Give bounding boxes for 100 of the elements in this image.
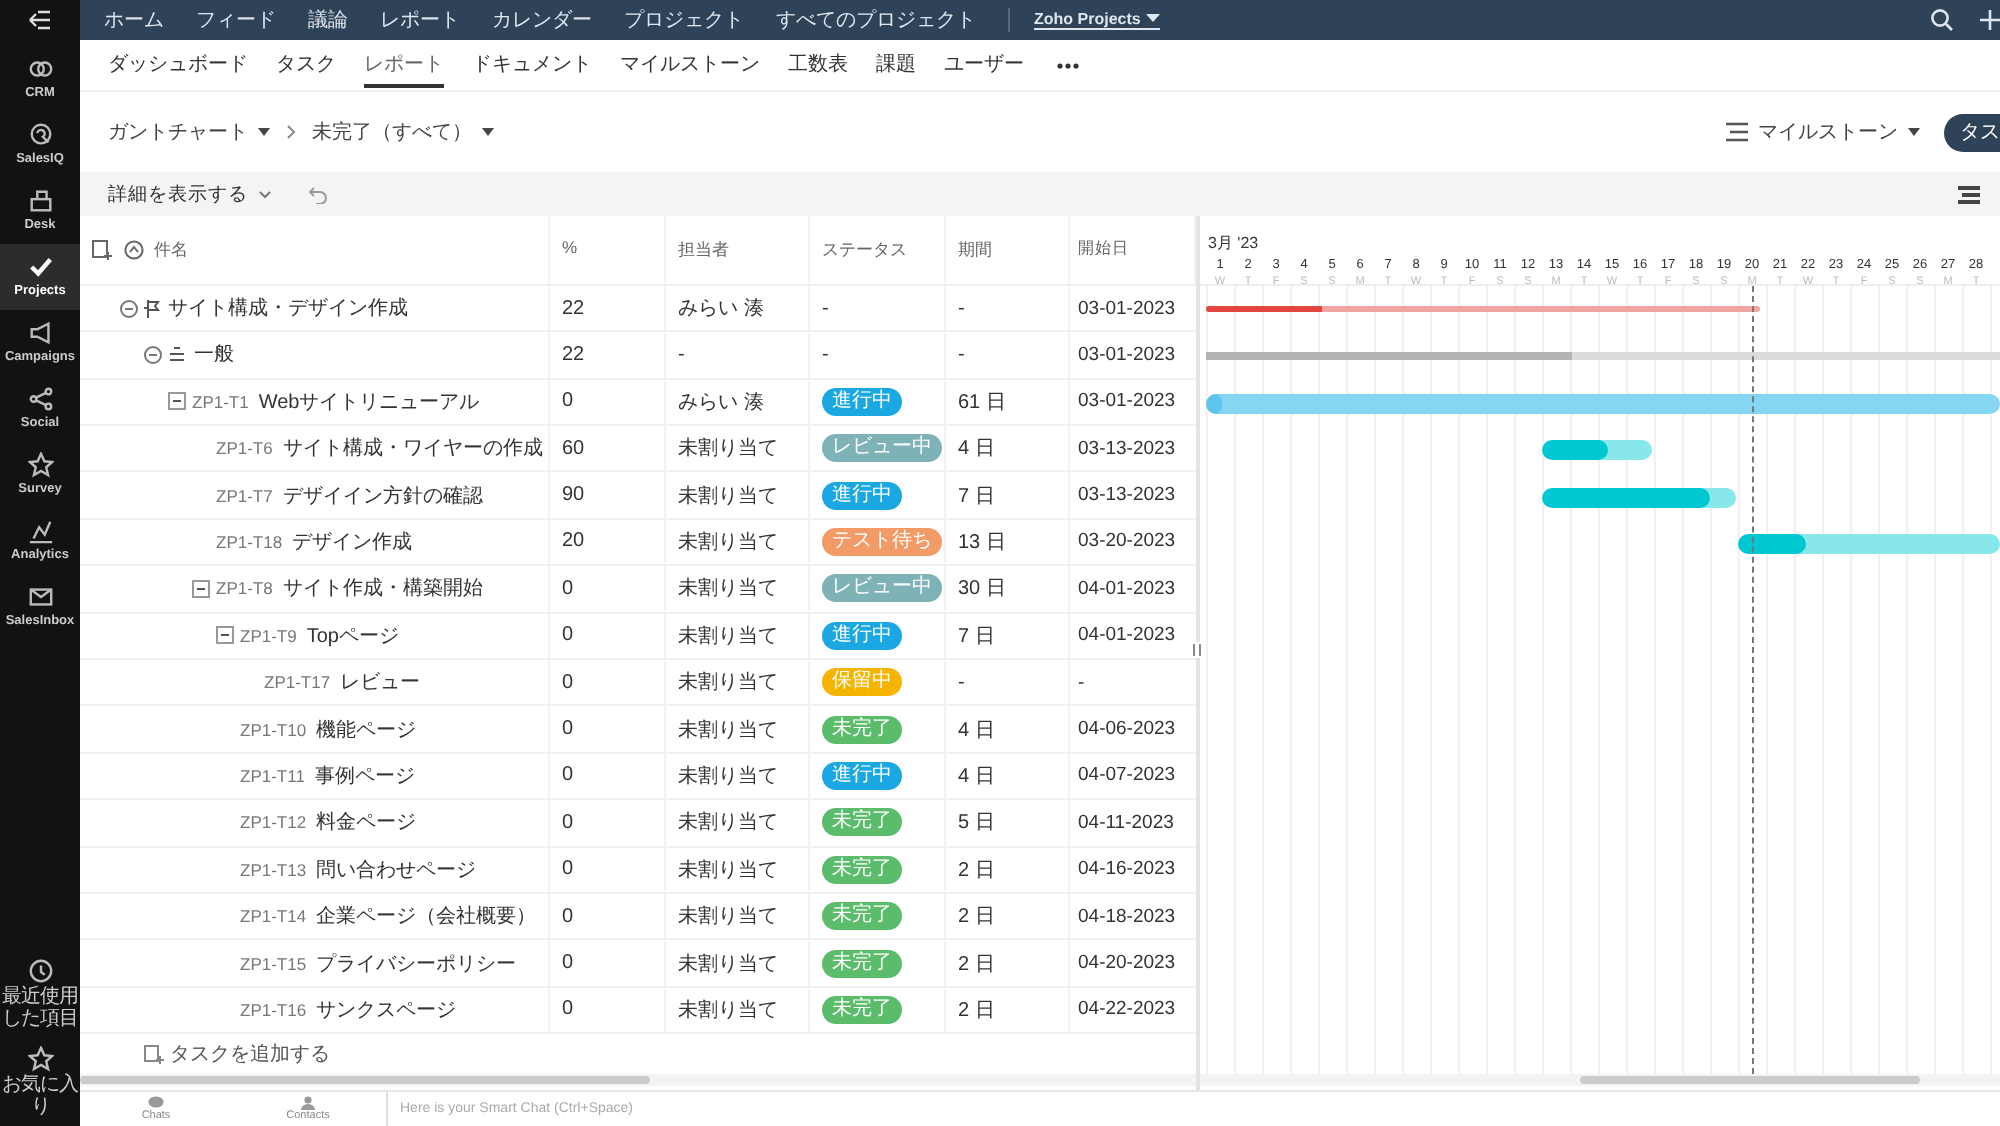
task-name[interactable]: 機能ページ [316,715,417,744]
task-name[interactable]: デザイン作成 [292,527,413,556]
layout-icon[interactable] [1958,185,1980,203]
nav-link[interactable]: レポート [380,6,460,34]
task-id[interactable]: ZP1-T6 [216,438,273,459]
resize-handle-icon[interactable] [1192,642,1202,658]
percent-cell: 22 [562,343,585,366]
task-name[interactable]: 事例ページ [314,761,415,790]
column-header[interactable]: 期間 [958,237,992,262]
start-date-cell: 04-22-2023 [1078,998,1176,1021]
status-badge: 進行中 [822,621,902,650]
tab[interactable]: ドキュメント [472,43,592,87]
sidebar-item[interactable]: 最近使用した項目 [0,950,80,1038]
percent-cell: 0 [562,998,574,1021]
task-name[interactable]: 料金ページ [316,808,417,837]
status-badge: 未完了 [822,949,902,977]
task-id[interactable]: ZP1-T7 [216,485,273,506]
clock-icon [27,958,53,984]
nav-link[interactable]: 議論 [308,6,348,34]
sidebar-item[interactable]: お気に入り [0,1038,80,1126]
task-id[interactable]: ZP1-T10 [240,719,307,740]
flag-icon [144,299,160,318]
project-switcher[interactable]: Zoho Projects [1034,10,1161,30]
column-header[interactable]: 担当者 [678,237,729,262]
breadcrumb-dropdown[interactable]: 未完了（すべて） [312,118,494,146]
task-name[interactable]: レビュー [340,668,421,697]
tab[interactable]: 課題 [876,43,916,87]
chevron-right-icon [286,124,296,140]
add-task-icon[interactable] [92,238,114,261]
task-name[interactable]: 企業ページ（会社概要） [316,902,537,931]
status-badge: 未完了 [822,995,902,1024]
nav-link[interactable]: プロジェクト [624,6,744,34]
nav-link[interactable]: フィード [196,6,276,34]
assignee-cell-text: 未割り当て [678,483,778,510]
sort-icon[interactable] [124,239,144,260]
collapse-menu-icon[interactable] [28,10,52,30]
task-button[interactable]: タス [1944,113,2000,151]
search-icon[interactable] [1930,8,1954,32]
add-task-link[interactable]: タスクを追加する [144,1040,330,1069]
task-id[interactable]: ZP1-T17 [264,672,331,693]
task-id[interactable]: ZP1-T14 [240,906,307,927]
task-name[interactable]: 一般 [194,340,234,369]
task-id[interactable]: ZP1-T8 [216,578,273,599]
tab[interactable]: マイルストーン [620,43,760,87]
nav-link[interactable]: すべてのプロジェクト [776,6,976,34]
status-badge: 保留中 [822,668,902,697]
task-id[interactable]: ZP1-T1 [192,391,249,412]
scrollbar-thumb[interactable] [1580,1076,1920,1084]
collapse-toggle[interactable] [192,579,210,598]
task-name[interactable]: サンクスページ [316,995,457,1024]
task-id[interactable]: ZP1-T18 [216,531,283,552]
more-icon[interactable] [1056,61,1080,69]
task-name[interactable]: Topページ [306,621,399,650]
collapse-toggle[interactable] [144,345,162,364]
column-header[interactable]: % [562,240,578,260]
tab[interactable]: ユーザー [944,43,1024,87]
percent-cell: 0 [562,671,574,694]
milestone-bar[interactable] [1206,306,1761,313]
task-name[interactable]: 問い合わせページ [316,855,477,884]
duration-cell-text: 4 日 [958,763,995,790]
tab[interactable]: ダッシュボード [108,43,248,87]
column-header[interactable]: ステータス [822,237,907,262]
task-name[interactable]: デザイイン方針の確認 [282,481,483,510]
task-id[interactable]: ZP1-T9 [240,625,297,646]
breadcrumb-dropdown[interactable]: ガントチャート [108,118,270,146]
plus-icon[interactable] [1980,10,2000,30]
task-name[interactable]: プライバシーポリシー [316,949,517,977]
assignee-cell-text: 未割り当て [678,763,778,790]
caret-icon [482,128,494,136]
column-header[interactable]: 件名 [154,237,188,262]
undo-icon[interactable] [308,185,328,203]
filter-lines-icon [1726,122,1748,142]
show-details-dropdown[interactable]: 詳細を表示する [108,181,272,207]
collapse-toggle[interactable] [120,299,138,318]
assignee-cell-text: 未割り当て [678,903,778,931]
assignee-cell-text: 未割り当て [678,997,778,1024]
tab[interactable]: レポート [364,43,444,87]
tab[interactable]: タスク [276,43,336,87]
task-id[interactable]: ZP1-T11 [240,765,305,786]
task-id[interactable]: ZP1-T16 [240,999,307,1020]
task-name[interactable]: サイト構成・デザイン作成 [168,294,408,323]
nav-link[interactable]: カレンダー [492,6,592,34]
task-name[interactable]: サイト構成・ワイヤーの作成 [282,434,543,463]
megaphone-icon [27,320,53,346]
caret-icon [258,128,270,136]
nav-link[interactable]: ホーム [104,6,164,34]
start-date-cell: 03-13-2023 [1078,437,1176,460]
task-name[interactable]: サイト作成・構築開始 [282,574,483,603]
task-name[interactable]: Webサイトリニューアル [258,387,480,416]
scrollbar-thumb[interactable] [80,1076,650,1084]
group-by-dropdown[interactable]: マイルストーン [1726,118,1920,146]
duration-cell-text: 4 日 [958,717,995,744]
task-id[interactable]: ZP1-T15 [240,953,307,973]
task-id[interactable]: ZP1-T12 [240,812,307,833]
task-id[interactable]: ZP1-T13 [240,859,307,880]
collapse-toggle[interactable] [216,626,234,645]
percent-cell: 60 [562,437,585,460]
collapse-toggle[interactable] [168,392,186,411]
column-header[interactable]: 開始日 [1078,238,1129,261]
tab[interactable]: 工数表 [788,43,848,87]
